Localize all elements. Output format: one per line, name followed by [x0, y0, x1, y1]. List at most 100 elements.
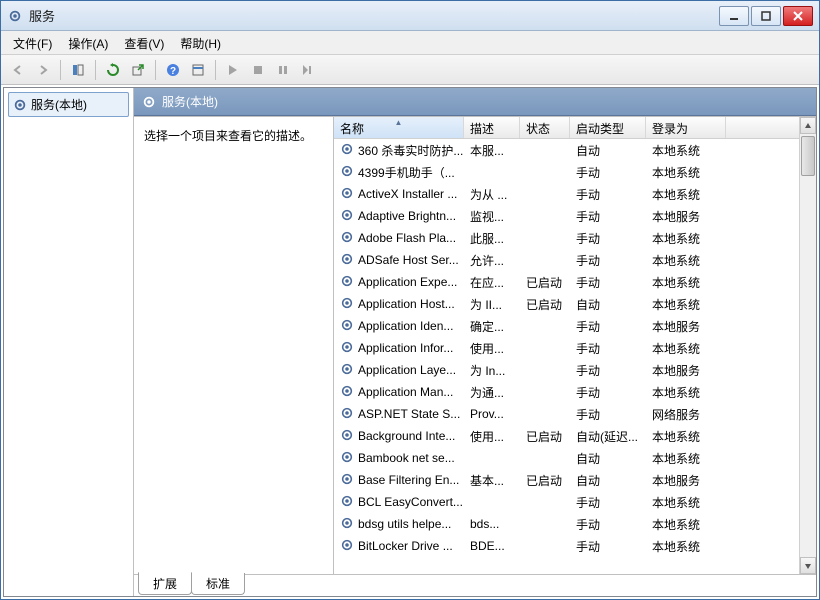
- cell-name: Bambook net se...: [334, 450, 464, 467]
- menu-action[interactable]: 操作(A): [60, 31, 116, 54]
- table-row[interactable]: bdsg utils helpe...bds...手动本地系统: [334, 513, 799, 535]
- column-description[interactable]: 描述: [464, 117, 520, 138]
- cell-desc: 使用...: [464, 340, 520, 357]
- cell-name: Background Inte...: [334, 428, 464, 445]
- column-startup-type[interactable]: 启动类型: [570, 117, 646, 138]
- table-row[interactable]: Base Filtering En...基本...已启动自动本地服务: [334, 469, 799, 491]
- cell-desc: 本服...: [464, 142, 520, 159]
- export-button[interactable]: [127, 59, 149, 81]
- refresh-button[interactable]: [102, 59, 124, 81]
- cell-status: 已启动: [520, 428, 570, 445]
- menu-help[interactable]: 帮助(H): [172, 31, 229, 54]
- cell-name: BitLocker Drive ...: [334, 538, 464, 555]
- gear-icon: [340, 252, 354, 269]
- table-row[interactable]: Application Infor...使用...手动本地系统: [334, 337, 799, 359]
- cell-start: 自动: [570, 296, 646, 313]
- show-hide-tree-button[interactable]: [67, 59, 89, 81]
- pause-service-button[interactable]: [272, 59, 294, 81]
- tab-extended[interactable]: 扩展: [138, 572, 192, 595]
- cell-status: 已启动: [520, 296, 570, 313]
- table-row[interactable]: 360 杀毒实时防护...本服...自动本地系统: [334, 139, 799, 161]
- cell-desc: 使用...: [464, 428, 520, 445]
- table-row[interactable]: Adobe Flash Pla...此服... 手动本地系统: [334, 227, 799, 249]
- gear-icon: [340, 164, 354, 181]
- cell-start: 自动: [570, 472, 646, 489]
- cell-logon: 本地系统: [646, 274, 726, 291]
- cell-start: 手动: [570, 318, 646, 335]
- table-row[interactable]: BCL EasyConvert...手动本地系统: [334, 491, 799, 513]
- table-row[interactable]: Application Man...为通...手动本地系统: [334, 381, 799, 403]
- cell-start: 手动: [570, 252, 646, 269]
- cell-desc: 此服...: [464, 230, 520, 247]
- gear-icon: [340, 450, 354, 467]
- cell-desc: BDE...: [464, 539, 520, 553]
- cell-logon: 本地服务: [646, 318, 726, 335]
- cell-name: bdsg utils helpe...: [334, 516, 464, 533]
- cell-start: 自动: [570, 142, 646, 159]
- table-row[interactable]: Application Expe...在应...已启动手动本地系统: [334, 271, 799, 293]
- cell-logon: 本地系统: [646, 384, 726, 401]
- maximize-button[interactable]: [751, 6, 781, 26]
- service-list[interactable]: 名称 描述 状态 启动类型 登录为 360 杀毒实时防护...本服...自动本地…: [334, 117, 799, 574]
- tab-standard[interactable]: 标准: [191, 573, 245, 595]
- restart-service-button[interactable]: [297, 59, 319, 81]
- cell-status: 已启动: [520, 472, 570, 489]
- table-row[interactable]: BitLocker Drive ...BDE...手动本地系统: [334, 535, 799, 557]
- table-row[interactable]: 4399手机助手（...手动本地系统: [334, 161, 799, 183]
- gear-icon: [340, 274, 354, 291]
- gear-icon: [340, 208, 354, 225]
- properties-button[interactable]: [187, 59, 209, 81]
- menu-file[interactable]: 文件(F): [5, 31, 60, 54]
- cell-logon: 本地系统: [646, 230, 726, 247]
- table-row[interactable]: ASP.NET State S...Prov...手动网络服务: [334, 403, 799, 425]
- cell-name: Adobe Flash Pla...: [334, 230, 464, 247]
- cell-logon: 本地服务: [646, 208, 726, 225]
- forward-button[interactable]: [32, 59, 54, 81]
- footer-tabs: 扩展 标准: [134, 574, 816, 596]
- minimize-button[interactable]: [719, 6, 749, 26]
- cell-start: 手动: [570, 186, 646, 203]
- help-button[interactable]: ?: [162, 59, 184, 81]
- back-button[interactable]: [7, 59, 29, 81]
- stop-service-button[interactable]: [247, 59, 269, 81]
- cell-logon: 本地系统: [646, 142, 726, 159]
- table-row[interactable]: ActiveX Installer ...为从 ...手动本地系统: [334, 183, 799, 205]
- scroll-up-button[interactable]: [800, 117, 816, 134]
- gear-icon: [340, 516, 354, 533]
- column-name[interactable]: 名称: [334, 117, 464, 138]
- scroll-thumb[interactable]: [801, 136, 815, 176]
- cell-name: Adaptive Brightn...: [334, 208, 464, 225]
- toolbar: ?: [1, 55, 819, 85]
- table-row[interactable]: Application Iden...确定...手动本地服务: [334, 315, 799, 337]
- table-row[interactable]: Background Inte...使用...已启动自动(延迟...本地系统: [334, 425, 799, 447]
- description-prompt: 选择一个项目来查看它的描述。: [144, 127, 323, 144]
- cell-logon: 本地服务: [646, 472, 726, 489]
- cell-name: Application Laye...: [334, 362, 464, 379]
- cell-desc: 基本...: [464, 472, 520, 489]
- titlebar[interactable]: 服务: [1, 1, 819, 31]
- gear-icon: [340, 406, 354, 423]
- vertical-scrollbar[interactable]: [799, 117, 816, 574]
- table-row[interactable]: Adaptive Brightn...监视...手动本地服务: [334, 205, 799, 227]
- menubar: 文件(F) 操作(A) 查看(V) 帮助(H): [1, 31, 819, 55]
- gear-icon: [340, 230, 354, 247]
- table-row[interactable]: Bambook net se...自动本地系统: [334, 447, 799, 469]
- table-row[interactable]: Application Laye...为 In...手动本地服务: [334, 359, 799, 381]
- window-title: 服务: [29, 6, 719, 25]
- cell-name: Application Man...: [334, 384, 464, 401]
- gear-icon: [340, 494, 354, 511]
- list-header: 名称 描述 状态 启动类型 登录为: [334, 117, 799, 139]
- sidebar-item-services-local[interactable]: 服务(本地): [8, 92, 129, 117]
- start-service-button[interactable]: [222, 59, 244, 81]
- scroll-track[interactable]: [800, 134, 816, 557]
- table-row[interactable]: Application Host...为 II...已启动自动本地系统: [334, 293, 799, 315]
- menu-view[interactable]: 查看(V): [116, 31, 172, 54]
- scroll-down-button[interactable]: [800, 557, 816, 574]
- table-row[interactable]: ADSafe Host Ser...允许...手动本地系统: [334, 249, 799, 271]
- cell-start: 手动: [570, 208, 646, 225]
- column-status[interactable]: 状态: [520, 117, 570, 138]
- column-logon-as[interactable]: 登录为: [646, 117, 726, 138]
- cell-start: 手动: [570, 230, 646, 247]
- cell-logon: 本地系统: [646, 494, 726, 511]
- close-button[interactable]: [783, 6, 813, 26]
